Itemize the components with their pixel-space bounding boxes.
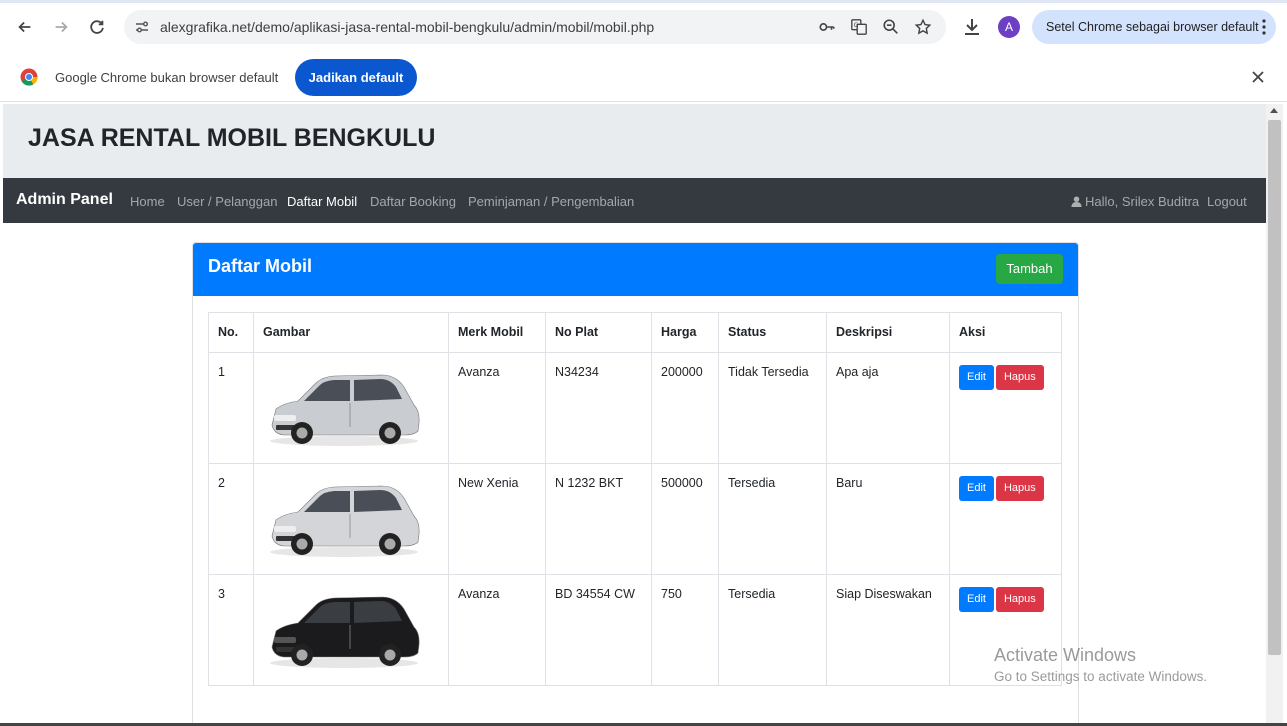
page-viewport: JASA RENTAL MOBIL BENGKULU Admin Panel H… <box>3 104 1266 724</box>
car-table: No. Gambar Merk Mobil No Plat Harga Stat… <box>208 312 1062 686</box>
table-row: 3 Avanza BD 34554 CW 750 Tersedia Siap D… <box>208 574 1062 686</box>
cell-plat: BD 34554 CW <box>545 574 652 686</box>
car-list-card: Daftar Mobil Tambah No. Gambar Merk Mobi… <box>192 242 1079 724</box>
download-icon[interactable] <box>962 17 982 37</box>
bookmark-star-icon[interactable] <box>914 18 932 36</box>
watermark-title: Activate Windows <box>994 645 1137 665</box>
edit-button[interactable]: Edit <box>959 587 994 612</box>
cell-plat: N 1232 BKT <box>545 463 652 575</box>
table-row: 2 New Xenia N 1232 BKT 500000 Tersedia B… <box>208 463 1062 575</box>
cell-merk: New Xenia <box>448 463 546 575</box>
add-car-button[interactable]: Tambah <box>996 254 1063 284</box>
cell-aksi: Edit Hapus <box>949 352 1062 464</box>
cell-status: Tersedia <box>718 574 827 686</box>
arrow-left-icon <box>18 21 31 33</box>
edit-button[interactable]: Edit <box>959 476 994 501</box>
delete-button[interactable]: Hapus <box>995 365 1044 390</box>
cell-deskripsi: Baru <box>826 463 950 575</box>
car-image <box>270 596 420 668</box>
tab-strip <box>0 0 1287 3</box>
nav-daftar-mobil[interactable]: Daftar Mobil <box>287 194 357 209</box>
default-browser-infobar: Google Chrome bukan browser default Jadi… <box>0 54 1287 102</box>
chrome-logo-icon <box>20 68 38 86</box>
set-default-label: Setel Chrome sebagai browser default <box>1046 20 1259 34</box>
cell-no: 1 <box>208 352 254 464</box>
close-icon[interactable] <box>1249 68 1267 86</box>
user-greeting-text: Hallo, Srilex Buditra <box>1085 194 1200 209</box>
navbar-brand[interactable]: Admin Panel <box>16 191 113 209</box>
windows-activation-watermark: Activate Windows Go to Settings to activ… <box>994 645 1207 684</box>
site-info-icon[interactable] <box>134 19 150 35</box>
key-icon[interactable] <box>818 18 836 36</box>
user-icon <box>1071 196 1082 207</box>
delete-button[interactable]: Hapus <box>995 476 1044 501</box>
back-button[interactable] <box>13 15 37 39</box>
scroll-thumb[interactable] <box>1268 120 1281 655</box>
cell-gambar <box>253 463 449 575</box>
set-default-browser-chip[interactable]: Setel Chrome sebagai browser default <box>1032 10 1276 44</box>
cell-merk: Avanza <box>448 574 546 686</box>
admin-navbar: Admin Panel Home User / Pelanggan Daftar… <box>3 178 1266 223</box>
scroll-up-arrow-icon[interactable] <box>1270 108 1278 113</box>
cell-gambar <box>253 352 449 464</box>
watermark-subtitle: Go to Settings to activate Windows. <box>994 669 1208 684</box>
col-header-deskripsi: Deskripsi <box>826 312 950 353</box>
page-scrollbar[interactable] <box>1266 104 1283 724</box>
reload-button[interactable] <box>85 15 109 39</box>
infobar-text: Google Chrome bukan browser default <box>55 70 279 85</box>
cell-no: 3 <box>208 574 254 686</box>
nav-home[interactable]: Home <box>130 194 165 209</box>
col-header-status: Status <box>718 312 827 353</box>
arrow-right-icon <box>55 21 68 33</box>
col-header-harga: Harga <box>651 312 719 353</box>
profile-avatar[interactable]: A <box>998 16 1020 38</box>
col-header-gambar: Gambar <box>253 312 449 353</box>
cell-status: Tersedia <box>718 463 827 575</box>
page-header: JASA RENTAL MOBIL BENGKULU <box>3 104 1266 178</box>
reload-icon <box>90 20 104 34</box>
nav-peminjaman[interactable]: Peminjaman / Pengembalian <box>468 194 634 209</box>
cell-harga: 500000 <box>651 463 719 575</box>
cell-deskripsi: Siap Diseswakan <box>826 574 950 686</box>
card-header: Daftar Mobil Tambah <box>193 243 1078 296</box>
car-image <box>270 485 420 557</box>
col-header-plat: No Plat <box>545 312 652 353</box>
car-image <box>270 374 420 446</box>
nav-daftar-booking[interactable]: Daftar Booking <box>370 194 456 209</box>
zoom-icon[interactable] <box>882 18 900 36</box>
table-row: 1 Avanza N34234 200000 Tidak Tersedia Ap… <box>208 352 1062 464</box>
card-title: Daftar Mobil <box>208 256 313 276</box>
kebab-menu-icon[interactable] <box>1262 19 1266 35</box>
cell-merk: Avanza <box>448 352 546 464</box>
edit-button[interactable]: Edit <box>959 365 994 390</box>
cell-deskripsi: Apa aja <box>826 352 950 464</box>
delete-button[interactable]: Hapus <box>995 587 1044 612</box>
svg-text:G: G <box>854 22 859 29</box>
cell-harga: 200000 <box>651 352 719 464</box>
cell-status: Tidak Tersedia <box>718 352 827 464</box>
nav-user-pelanggan[interactable]: User / Pelanggan <box>177 194 277 209</box>
cell-aksi: Edit Hapus <box>949 463 1062 575</box>
make-default-button[interactable]: Jadikan default <box>295 59 417 96</box>
cell-plat: N34234 <box>545 352 652 464</box>
address-bar[interactable]: alexgrafika.net/demo/aplikasi-jasa-renta… <box>124 10 946 44</box>
col-header-aksi: Aksi <box>949 312 1062 353</box>
col-header-merk: Merk Mobil <box>448 312 546 353</box>
site-title: JASA RENTAL MOBIL BENGKULU <box>28 124 436 152</box>
cell-gambar <box>253 574 449 686</box>
cell-harga: 750 <box>651 574 719 686</box>
user-greeting[interactable]: Hallo, Srilex Buditra <box>1071 194 1199 209</box>
browser-toolbar: alexgrafika.net/demo/aplikasi-jasa-renta… <box>0 0 1287 54</box>
table-header-row: No. Gambar Merk Mobil No Plat Harga Stat… <box>208 312 1062 353</box>
translate-icon[interactable]: G <box>850 18 868 36</box>
url-text[interactable]: alexgrafika.net/demo/aplikasi-jasa-renta… <box>160 19 654 35</box>
forward-button[interactable] <box>49 15 73 39</box>
cell-no: 2 <box>208 463 254 575</box>
nav-logout[interactable]: Logout <box>1207 194 1247 209</box>
col-header-no: No. <box>208 312 254 353</box>
